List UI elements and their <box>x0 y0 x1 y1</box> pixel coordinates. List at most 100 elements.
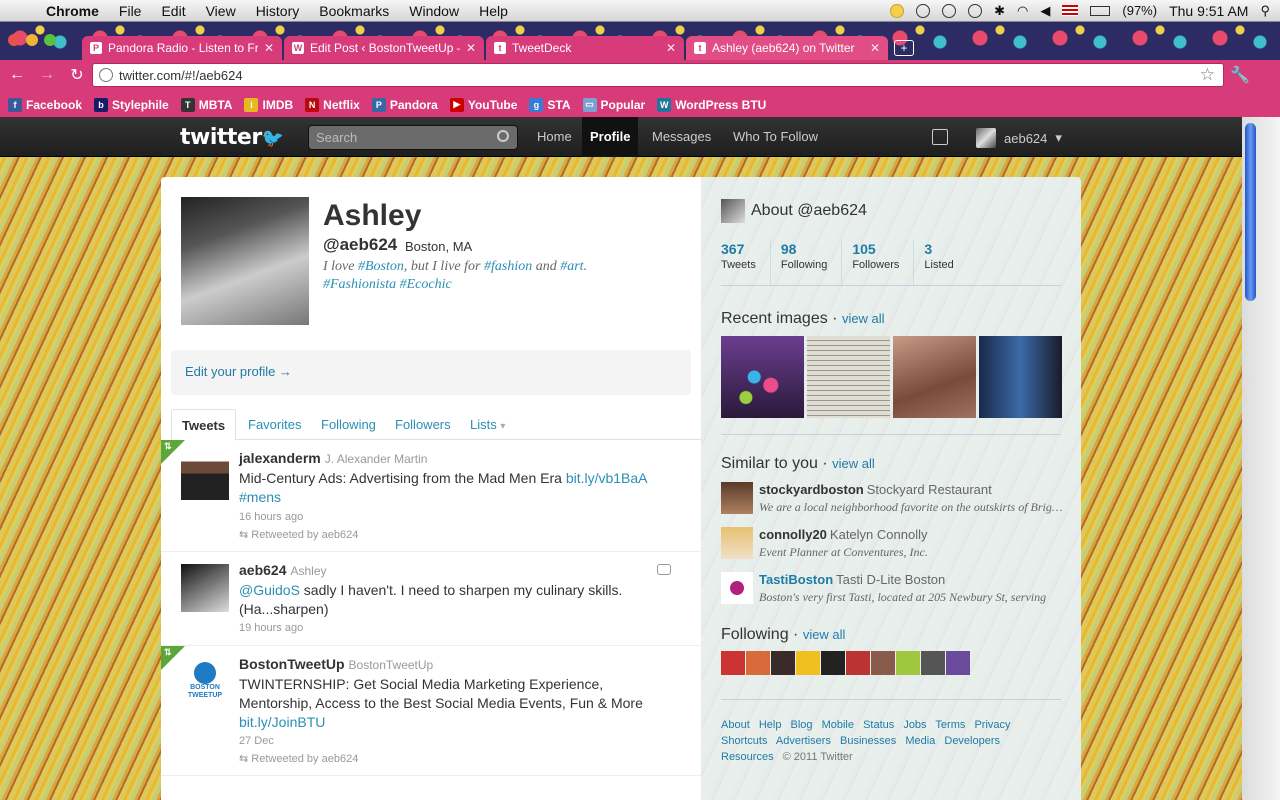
view-all-link[interactable]: view all <box>842 311 885 326</box>
avatar[interactable] <box>181 564 229 612</box>
close-icon[interactable]: ✕ <box>466 41 476 55</box>
menu-edit[interactable]: Edit <box>161 3 185 19</box>
tweet-item[interactable]: ⇅ jalexanderm J. Alexander Martin Mid-Cen… <box>161 440 701 552</box>
stat-tweets[interactable]: 367 Tweets <box>721 241 771 285</box>
similar-user[interactable]: stockyardboston Stockyard Restaurant We a… <box>721 482 1066 522</box>
tweet-link[interactable]: bit.ly/vb1BaA <box>566 470 648 486</box>
recent-image[interactable] <box>807 336 890 418</box>
tab-tweetdeck[interactable]: t TweetDeck ✕ <box>486 36 684 60</box>
tab-followers[interactable]: Followers <box>385 409 461 440</box>
menu-view[interactable]: View <box>206 3 236 19</box>
avatar[interactable] <box>946 651 970 675</box>
edit-profile-link[interactable]: Edit your profile → <box>185 364 292 379</box>
tab-pandora[interactable]: P Pandora Radio - Listen to Fr ✕ <box>82 36 282 60</box>
tweet-timestamp[interactable]: 16 hours ago <box>239 511 303 523</box>
avatar[interactable] <box>771 651 795 675</box>
tweet-username[interactable]: aeb624 <box>239 562 286 578</box>
bookmark-imdb[interactable]: i IMDB <box>244 97 293 112</box>
clock[interactable]: Thu 9:51 AM <box>1169 3 1248 19</box>
menu-help[interactable]: Help <box>479 3 508 19</box>
bookmark-popular[interactable]: ▭ Popular <box>582 97 645 112</box>
new-tab-button[interactable]: + <box>894 40 914 56</box>
close-icon[interactable]: ✕ <box>264 41 274 55</box>
recent-image[interactable] <box>721 336 804 418</box>
tab-tweets[interactable]: Tweets <box>171 409 237 441</box>
footer-link[interactable]: Mobile <box>822 719 854 731</box>
similar-user[interactable]: TastiBoston Tasti D-Lite Boston Boston's … <box>721 572 1066 612</box>
tweet-item[interactable]: aeb624 Ashley @GuidoS sadly I haven't. I … <box>161 552 701 646</box>
avatar[interactable] <box>921 651 945 675</box>
stat-following[interactable]: 98 Following <box>781 241 843 285</box>
bookmark-star-icon[interactable]: ☆ <box>1200 65 1215 85</box>
menu-app[interactable]: Chrome <box>46 3 99 19</box>
compose-tweet-icon[interactable] <box>932 129 948 145</box>
hashtag-link[interactable]: #mens <box>239 489 281 505</box>
nav-messages[interactable]: Messages <box>644 117 719 157</box>
address-bar[interactable]: twitter.com/#!/aeb624 ☆ <box>92 63 1224 87</box>
bookmark-facebook[interactable]: f Facebook <box>8 97 82 112</box>
footer-link[interactable]: Privacy <box>974 719 1010 731</box>
footer-link[interactable]: About <box>721 719 750 731</box>
chat-icon[interactable] <box>942 3 957 18</box>
hashtag-link[interactable]: #art <box>560 259 583 274</box>
forward-icon[interactable]: → <box>34 66 60 84</box>
zoom-window-button[interactable] <box>44 34 56 46</box>
minimize-window-button[interactable] <box>26 34 38 46</box>
menu-bookmarks[interactable]: Bookmarks <box>319 3 389 19</box>
menu-file[interactable]: File <box>119 3 142 19</box>
tweet-timestamp[interactable]: 27 Dec <box>239 735 274 747</box>
avatar[interactable] <box>746 651 770 675</box>
status-icon[interactable] <box>890 3 905 18</box>
mention-link[interactable]: @GuidoS <box>239 582 300 598</box>
tab-edit-post[interactable]: W Edit Post ‹ BostonTweetUp — ✕ <box>284 36 484 60</box>
search-icon[interactable] <box>497 130 509 142</box>
avatar[interactable] <box>821 651 845 675</box>
tab-twitter-profile[interactable]: t Ashley (aeb624) on Twitter ✕ <box>686 36 888 60</box>
tab-following[interactable]: Following <box>311 409 386 440</box>
avatar[interactable] <box>846 651 870 675</box>
wifi-icon[interactable]: ◠ <box>1017 3 1028 19</box>
twitter-logo[interactable]: twitter🐦 <box>180 125 284 150</box>
menu-history[interactable]: History <box>256 3 300 19</box>
footer-link[interactable]: Terms <box>935 719 965 731</box>
avatar[interactable] <box>871 651 895 675</box>
bluetooth-icon[interactable]: ✱ <box>994 3 1005 19</box>
hashtag-link[interactable]: #Ecochic <box>400 277 452 292</box>
footer-link[interactable]: Shortcuts <box>721 735 767 747</box>
user-menu[interactable]: aeb624 ▾ <box>976 128 1062 148</box>
avatar[interactable] <box>896 651 920 675</box>
avatar[interactable] <box>181 452 229 500</box>
footer-link[interactable]: Businesses <box>840 735 896 747</box>
close-icon[interactable]: ✕ <box>870 41 880 55</box>
footer-link[interactable]: Help <box>759 719 782 731</box>
tweet-username[interactable]: jalexanderm <box>239 450 321 466</box>
avatar[interactable] <box>721 527 753 559</box>
scrollbar-thumb[interactable] <box>1245 123 1256 301</box>
nav-profile[interactable]: Profile <box>582 117 639 157</box>
avatar[interactable] <box>721 482 753 514</box>
settings-icon[interactable] <box>916 3 931 18</box>
close-icon[interactable]: ✕ <box>666 41 676 55</box>
footer-link[interactable]: Jobs <box>903 719 926 731</box>
stat-listed[interactable]: 3 Listed <box>924 241 967 285</box>
url-text[interactable]: twitter.com/#!/aeb624 <box>119 68 243 83</box>
close-window-button[interactable] <box>8 34 20 46</box>
footer-link[interactable]: Advertisers <box>776 735 831 747</box>
hashtag-link[interactable]: #fashion <box>484 259 532 274</box>
tab-favorites[interactable]: Favorites <box>238 409 311 440</box>
tweet-timestamp[interactable]: 19 hours ago <box>239 622 303 634</box>
tweet-link[interactable]: bit.ly/JoinBTU <box>239 714 325 730</box>
menu-window[interactable]: Window <box>409 3 459 19</box>
bookmark-sta[interactable]: g STA <box>529 97 571 112</box>
back-icon[interactable]: ← <box>4 66 30 84</box>
avatar[interactable] <box>721 651 745 675</box>
view-all-link[interactable]: view all <box>832 456 875 471</box>
nav-who-to-follow[interactable]: Who To Follow <box>725 117 826 157</box>
tweet-username[interactable]: BostonTweetUp <box>239 656 345 672</box>
bookmark-pandora[interactable]: P Pandora <box>371 97 438 112</box>
avatar[interactable] <box>721 572 753 604</box>
tab-lists[interactable]: Lists ▾ <box>460 409 515 440</box>
recent-image[interactable] <box>893 336 976 418</box>
view-all-link[interactable]: view all <box>803 627 846 642</box>
avatar[interactable]: BOSTON TWEETUP <box>181 658 229 706</box>
